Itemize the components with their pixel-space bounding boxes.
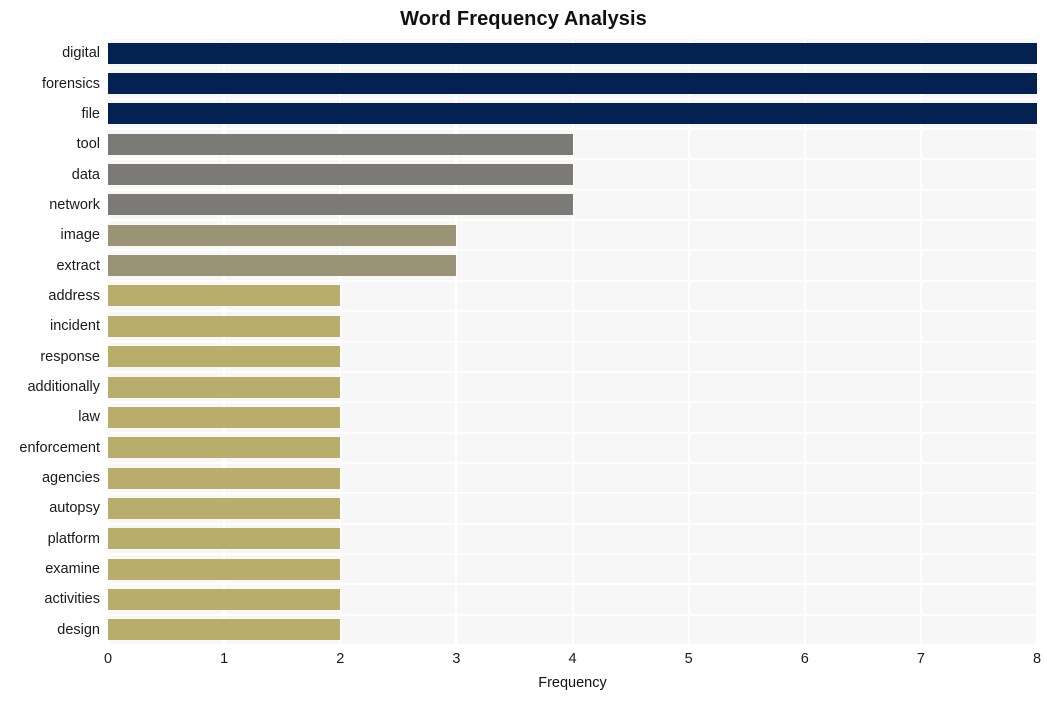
x-axis-tick-label: 7 <box>916 651 925 667</box>
y-axis-tick-label: examine <box>45 561 100 578</box>
y-axis-tick-label: extract <box>56 257 100 274</box>
y-axis-tick-label: law <box>78 409 100 426</box>
x-axis-tick-label: 2 <box>336 651 345 667</box>
x-axis-tick-label: 6 <box>800 651 809 667</box>
y-axis-tick-label: agencies <box>41 470 100 487</box>
x-axis-tick-label: 1 <box>220 651 229 667</box>
y-axis-tick-label: file <box>81 105 100 122</box>
x-axis-tick-label: 5 <box>684 651 693 667</box>
y-axis-tick-label: address <box>48 287 100 304</box>
y-axis-tick-labels: digital forensics file tool data network image… <box>0 0 1047 701</box>
y-axis-tick-label: tool <box>76 136 100 153</box>
y-axis-tick-label: activities <box>44 591 100 608</box>
y-axis-tick-label: enforcement <box>19 439 100 456</box>
y-axis-tick-label: platform <box>47 530 100 547</box>
y-axis-tick-label: autopsy <box>49 500 100 517</box>
y-axis-tick-label: network <box>49 196 100 213</box>
x-axis-tick-label: 0 <box>103 651 113 667</box>
y-axis-tick-label: digital <box>62 45 100 62</box>
y-axis-tick-label: design <box>57 621 100 638</box>
y-axis-tick-label: image <box>60 227 101 244</box>
y-axis-tick-label: data <box>71 166 100 183</box>
y-axis-tick-label: response <box>40 348 100 365</box>
y-axis-tick-label: incident <box>50 318 100 335</box>
y-axis-tick-label: additionally <box>27 379 100 396</box>
x-axis-tick-label: 3 <box>452 651 461 667</box>
x-axis-tick-label: 4 <box>568 651 577 667</box>
x-axis-label: Frequency <box>538 675 607 691</box>
x-axis-tick-label: 8 <box>1032 651 1042 667</box>
word-frequency-chart: Word Frequency Analysis digital forensics… <box>0 0 1047 701</box>
y-axis-tick-label: forensics <box>41 75 100 92</box>
